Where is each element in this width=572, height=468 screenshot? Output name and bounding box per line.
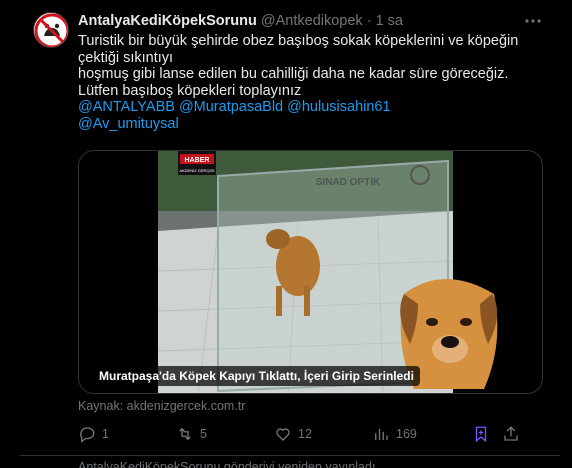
more-options-icon[interactable] xyxy=(524,13,542,29)
media-caption: Muratpaşa'da Köpek Kapıyı Tıklattı, İçer… xyxy=(93,366,420,386)
reply-icon xyxy=(80,427,95,443)
display-name[interactable]: AntalyaKediKöpekSorunu xyxy=(78,13,257,29)
like-count: 12 xyxy=(298,427,312,441)
reply-button[interactable]: 1 xyxy=(78,424,109,444)
media-source[interactable]: Kaynak: akdenizgercek.com.tr xyxy=(78,399,245,413)
mention-links[interactable]: @ANTALYABB @MuratpasaBld @hulusisahin61 xyxy=(78,99,558,116)
media-card[interactable]: HABER AKDENİZ GERÇEK SINAD OPTİK Muratpa… xyxy=(78,150,543,394)
views-button[interactable]: 169 xyxy=(372,424,417,444)
tweet-text-line: hoşmuş gibi lanse edilen bu cahilliği da… xyxy=(78,66,509,82)
tweet-text-line: Lütfen başıboş köpekleri toplayınız xyxy=(78,82,302,99)
retweet-button[interactable]: 5 xyxy=(176,424,207,444)
mention-link[interactable]: @Av_umituysal xyxy=(78,116,558,133)
share-icon xyxy=(504,426,518,441)
badge-top-text: HABER xyxy=(185,157,210,164)
tweet[interactable]: AntalyaKediKöpekSorunu @Antkedikopek · 1… xyxy=(0,0,572,460)
avatar[interactable] xyxy=(33,12,69,48)
analytics-icon xyxy=(375,428,388,440)
next-tweet-retweet-header[interactable]: AntalyaKediKöpekSorunu gönderiyi yeniden… xyxy=(78,460,375,468)
retweet-icon xyxy=(179,427,191,441)
user-handle[interactable]: @Antkedikopek xyxy=(261,13,363,29)
tweet-text: Turistik bir büyük şehirde obez başıboş … xyxy=(78,33,558,132)
share-button[interactable] xyxy=(502,424,520,444)
badge-bottom-text: AKDENİZ GERÇEK xyxy=(179,168,215,173)
tweet-divider xyxy=(20,455,560,456)
retweet-count: 5 xyxy=(200,427,207,441)
bookmark-button[interactable] xyxy=(472,424,490,444)
bookmark-icon xyxy=(475,426,487,443)
heart-icon xyxy=(276,428,290,441)
tweet-header: AntalyaKediKöpekSorunu @Antkedikopek · 1… xyxy=(78,13,552,31)
like-button[interactable]: 12 xyxy=(274,424,312,444)
view-count: 169 xyxy=(396,427,417,441)
tweet-text-line: Turistik bir büyük şehirde obez başıboş … xyxy=(78,33,519,66)
action-bar: 1 5 12 169 xyxy=(78,424,548,444)
separator-dot: · xyxy=(366,13,372,29)
timestamp[interactable]: 1 sa xyxy=(376,13,403,29)
no-pets-logo-icon xyxy=(34,13,68,47)
reply-count: 1 xyxy=(102,427,109,441)
sign-text: SINAD OPTİK xyxy=(316,175,381,188)
